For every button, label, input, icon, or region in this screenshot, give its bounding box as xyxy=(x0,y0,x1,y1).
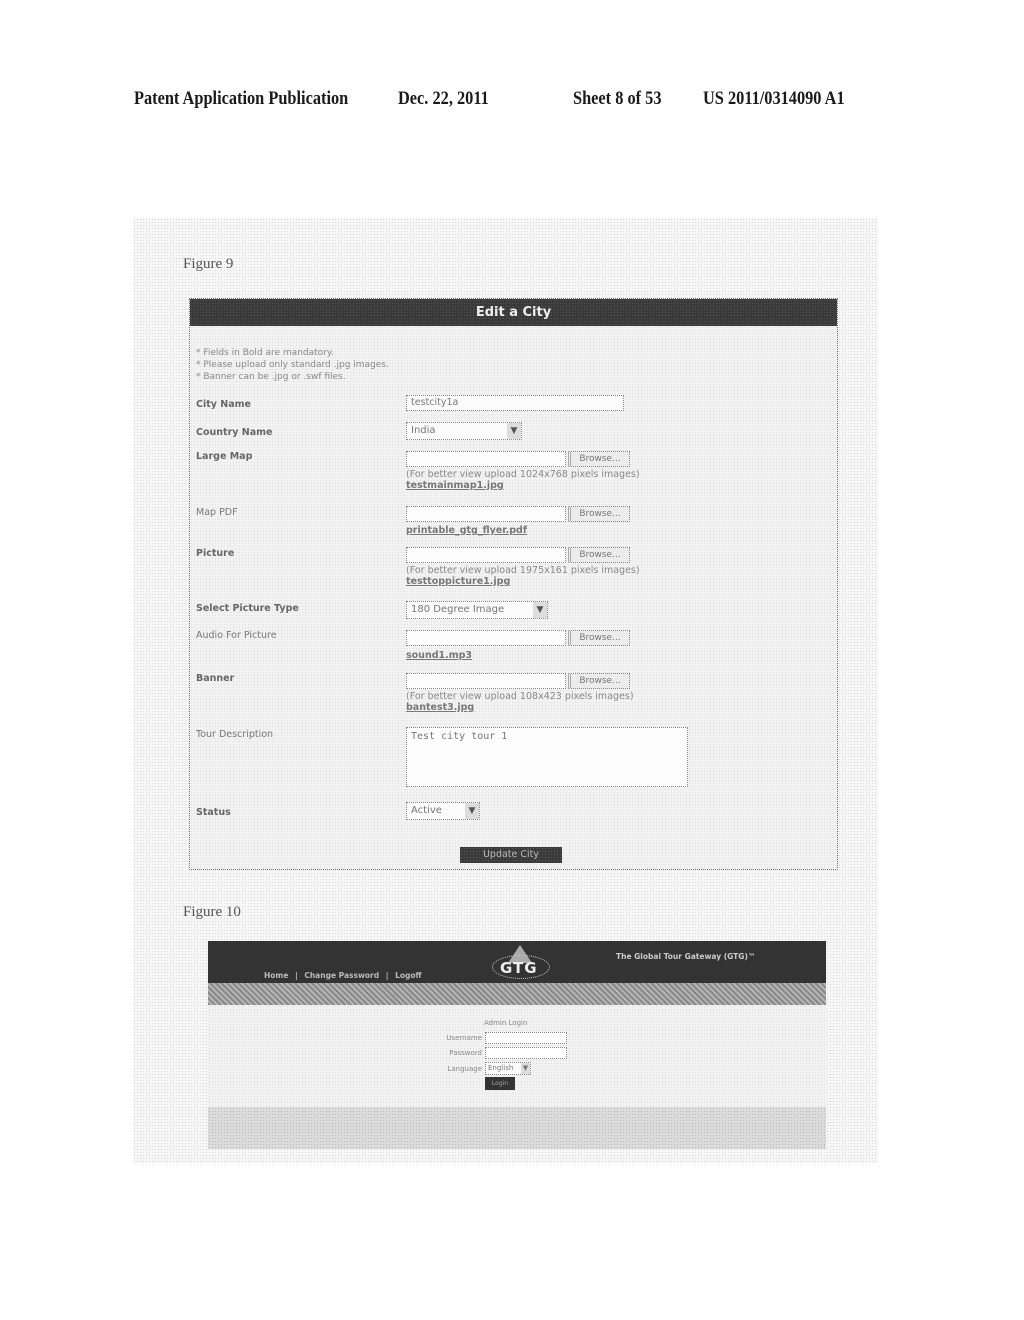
status-select-value: Active xyxy=(411,805,442,816)
language-label: Language xyxy=(447,1064,482,1073)
chevron-down-icon: ▼ xyxy=(533,602,547,618)
map-pdf-browse-button[interactable]: Browse... xyxy=(568,506,630,522)
picture-type-select-value: 180 Degree Image xyxy=(411,604,505,615)
form-notes: * Fields in Bold are mandatory. * Please… xyxy=(196,347,389,383)
large-map-hint: (For better view upload 1024x768 pixels … xyxy=(406,469,640,480)
publication-date: Dec. 22, 2011 xyxy=(398,88,489,109)
chevron-down-icon: ▼ xyxy=(465,803,479,819)
password-input[interactable] xyxy=(485,1047,567,1059)
map-pdf-file-input[interactable] xyxy=(406,506,566,522)
language-row: Language English ▼ xyxy=(422,1062,531,1075)
audio-file-link[interactable]: sound1.mp3 xyxy=(406,650,630,661)
banner-browse-button[interactable]: Browse... xyxy=(568,673,630,689)
large-map-file-link[interactable]: testmainmap1.jpg xyxy=(406,480,640,491)
banner-label: Banner xyxy=(196,673,235,684)
login-title: Admin Login xyxy=(484,1019,528,1027)
country-select[interactable]: India ▼ xyxy=(406,422,522,440)
edit-city-form: Edit a City * Fields in Bold are mandato… xyxy=(189,298,838,870)
picture-hint: (For better view upload 1975x161 pixels … xyxy=(406,565,640,576)
audio-browse-button[interactable]: Browse... xyxy=(568,630,630,646)
note: * Fields in Bold are mandatory. xyxy=(196,348,334,358)
large-map-browse-button[interactable]: Browse... xyxy=(568,451,630,467)
nav-separator: | xyxy=(294,971,298,980)
chevron-down-icon: ▼ xyxy=(521,1063,530,1074)
note: * Banner can be .jpg or .swf files. xyxy=(196,372,346,382)
username-label: Username xyxy=(446,1034,482,1042)
banner-hint: (For better view upload 108x423 pixels i… xyxy=(406,691,634,702)
status-select[interactable]: Active ▼ xyxy=(406,802,480,820)
password-label: Password xyxy=(449,1049,482,1057)
language-select-value: English xyxy=(488,1064,514,1072)
note: * Please upload only standard .jpg image… xyxy=(196,360,389,370)
picture-file-link[interactable]: testtoppicture1.jpg xyxy=(406,576,640,587)
patent-header: Patent Application Publication Dec. 22, … xyxy=(0,88,1024,118)
form-title: Edit a City xyxy=(190,299,837,326)
publication-number: US 2011/0314090 A1 xyxy=(703,88,845,109)
picture-type-select[interactable]: 180 Degree Image ▼ xyxy=(406,601,548,619)
login-button[interactable]: Login xyxy=(485,1077,515,1090)
language-select[interactable]: English ▼ xyxy=(485,1062,531,1075)
banner-file-input[interactable] xyxy=(406,673,566,689)
username-input[interactable] xyxy=(485,1032,567,1044)
nav-home[interactable]: Home xyxy=(264,971,288,980)
site-header: Home | Change Password | Logoff GTG The … xyxy=(208,941,826,983)
figure-10-label: Figure 10 xyxy=(183,904,241,920)
city-name-input[interactable]: testcity1a xyxy=(406,395,624,411)
audio-file-input[interactable] xyxy=(406,630,566,646)
picture-file-input[interactable] xyxy=(406,547,566,563)
figure-9-label: Figure 9 xyxy=(183,256,234,272)
map-pdf-label: Map PDF xyxy=(196,507,238,518)
username-row: Username xyxy=(422,1032,567,1044)
country-select-value: India xyxy=(411,425,436,436)
gtg-logo: GTG xyxy=(490,945,550,983)
country-name-label: Country Name xyxy=(196,427,273,438)
footer-band xyxy=(208,1107,826,1149)
brand-name: The Global Tour Gateway (GTG)™ xyxy=(616,952,756,961)
audio-label: Audio For Picture xyxy=(196,630,277,641)
header-stripe xyxy=(208,983,826,1005)
picture-label: Picture xyxy=(196,548,235,559)
picture-type-label: Select Picture Type xyxy=(196,603,299,614)
banner-file-link[interactable]: bantest3.jpg xyxy=(406,702,634,713)
update-city-button[interactable]: Update City xyxy=(460,847,562,863)
top-nav: Home | Change Password | Logoff xyxy=(264,971,426,980)
sheet-number: Sheet 8 of 53 xyxy=(573,88,662,109)
admin-login-screen: Home | Change Password | Logoff GTG The … xyxy=(208,941,826,1149)
nav-separator: | xyxy=(385,971,389,980)
picture-browse-button[interactable]: Browse... xyxy=(568,547,630,563)
nav-change-password[interactable]: Change Password xyxy=(304,971,379,980)
tour-description-label: Tour Description xyxy=(196,729,274,740)
nav-logoff[interactable]: Logoff xyxy=(395,971,422,980)
large-map-file-input[interactable] xyxy=(406,451,566,467)
city-name-label: City Name xyxy=(196,399,251,410)
status-label: Status xyxy=(196,807,231,818)
logo-text: GTG xyxy=(500,959,538,977)
map-pdf-file-link[interactable]: printable_gtg_flyer.pdf xyxy=(406,525,630,536)
tour-description-textarea[interactable]: Test city tour 1 xyxy=(406,727,688,787)
publication-title: Patent Application Publication xyxy=(134,88,349,109)
large-map-label: Large Map xyxy=(196,451,253,462)
chevron-down-icon: ▼ xyxy=(507,423,521,439)
password-row: Password xyxy=(422,1047,567,1059)
